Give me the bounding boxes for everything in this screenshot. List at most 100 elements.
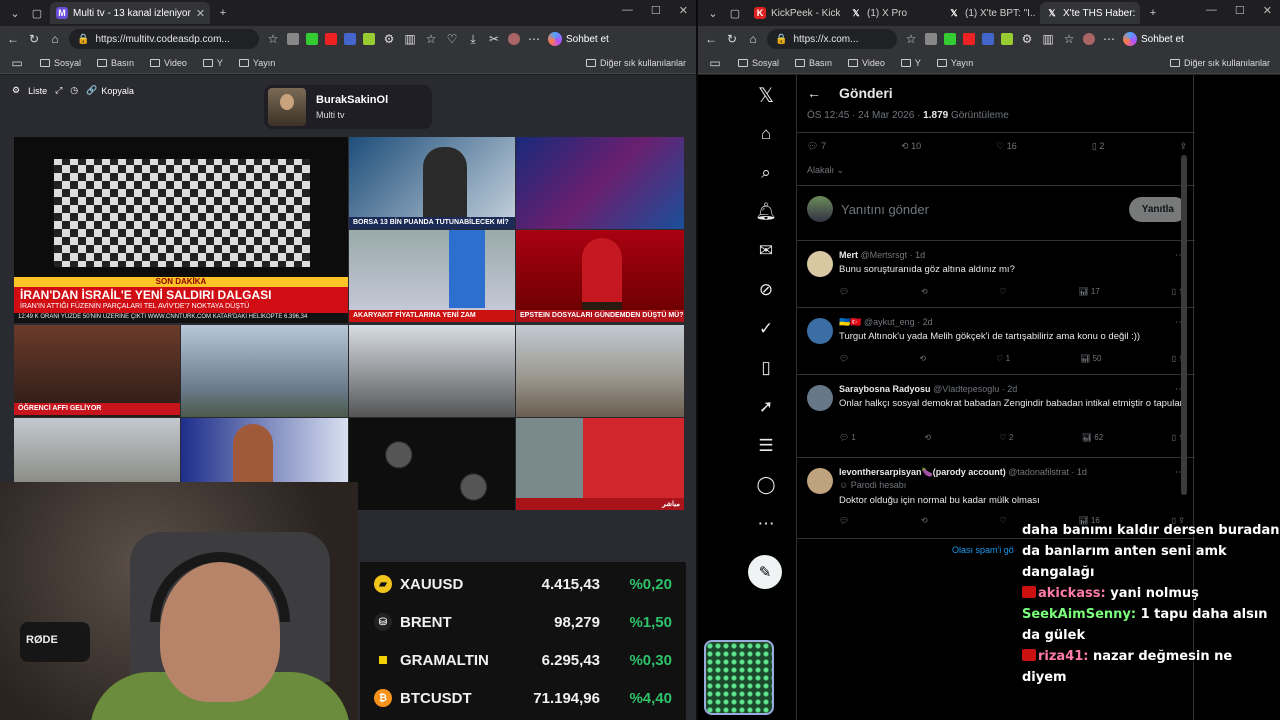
views-icon[interactable]: 📊︎ 62 [1082, 433, 1103, 442]
like-icon[interactable]: ♡ [1000, 516, 1007, 525]
reply-button[interactable]: Yanıtla [1128, 196, 1187, 222]
profile-card[interactable]: BurakSakinOl Multi tv [264, 85, 432, 129]
video-cell-aljazeera[interactable]: مباشر [516, 418, 684, 510]
extension-icon[interactable] [982, 33, 994, 45]
compose-post-button[interactable]: ✎ [748, 555, 782, 589]
reply-input[interactable]: Yanıtını gönder [841, 202, 929, 217]
back-icon[interactable]: ← [704, 32, 718, 46]
like-icon[interactable]: ♡ 2 [1000, 433, 1014, 442]
settings-icon[interactable]: ⚙ [12, 85, 20, 96]
workspaces-icon[interactable]: ▢ [28, 4, 46, 22]
close-window-icon[interactable]: ✕ [1263, 4, 1272, 17]
split-screen-icon[interactable]: ▥ [403, 32, 417, 46]
tab-kickpeek[interactable]: K KickPeek - Kick... [748, 2, 840, 24]
bookmarks-icon[interactable]: ▯ [754, 356, 778, 380]
other-bookmarks[interactable]: Diğer sık kullanılanlar [585, 58, 686, 68]
video-cell-epstein[interactable]: EPSTEIN DOSYALARI GÜNDEMDEN DÜŞTÜ MÜ? [516, 230, 684, 322]
extension-icon[interactable] [344, 33, 356, 45]
like-icon[interactable]: ♡ 1 [996, 354, 1010, 363]
like-count-button[interactable]: ♡ 16 [996, 141, 1017, 152]
more-menu-icon[interactable]: ⋯ [1102, 32, 1116, 46]
bookmark-folder[interactable]: Sosyal [738, 58, 779, 68]
tab-actions-icon[interactable]: ⌄ [704, 4, 722, 22]
extension-icon[interactable] [306, 33, 318, 45]
home-icon[interactable]: ⌂ [746, 32, 760, 46]
back-arrow-icon[interactable]: ← [807, 85, 821, 101]
back-icon[interactable]: ← [6, 32, 20, 46]
list-button[interactable]: Liste [28, 86, 47, 96]
profile-avatar-icon[interactable] [1083, 33, 1095, 45]
extension-icon[interactable] [325, 33, 337, 45]
tweet-reply[interactable]: 🇺🇦🇹🇷 @aykut_eng · 2d ⋯ Turgut Altınok'u … [797, 308, 1195, 374]
like-icon[interactable]: ♡ [1000, 287, 1007, 296]
share-icon[interactable]: ⇪ [1179, 141, 1187, 152]
video-cell-space[interactable] [349, 418, 515, 510]
scrollbar[interactable] [1181, 155, 1187, 495]
copilot-button[interactable]: Sohbet et [548, 32, 609, 46]
show-spam-link[interactable]: Olası spam'i gö [952, 545, 1014, 555]
split-screen-icon[interactable]: ▥ [1041, 32, 1055, 46]
more-menu-icon[interactable]: ⋯ [527, 32, 541, 46]
profile-icon[interactable]: ◯ [754, 473, 778, 497]
video-cell-city[interactable] [14, 418, 180, 482]
reply-icon[interactable]: 💬︎ [839, 516, 849, 525]
views-icon[interactable]: 📊︎ 17 [1079, 287, 1100, 296]
reply-icon[interactable]: 💬︎ [839, 287, 849, 296]
bookmark-folder[interactable]: Yayın [936, 58, 973, 68]
x-logo-icon[interactable]: 𝕏 [754, 83, 778, 107]
video-cell-akaryakit[interactable]: AKARYAKIT FİYATLARINA YENİ ZAM [349, 230, 515, 322]
bookmark-folder[interactable]: Yayın [238, 58, 275, 68]
workspaces-icon[interactable]: ▢ [726, 4, 744, 22]
maximize-icon[interactable]: ☐ [651, 4, 661, 17]
notifications-icon[interactable]: 🔔︎ [754, 200, 778, 224]
repost-icon[interactable]: ⟲ [919, 354, 926, 363]
copy-button[interactable]: 🔗 Kopyala [86, 85, 134, 96]
tab-x-bpt[interactable]: 𝕏 (1) X'te BPT: "I... [942, 2, 1036, 24]
bookmark-folder[interactable]: Y [202, 58, 223, 68]
profile-avatar-icon[interactable] [508, 33, 520, 45]
refresh-icon[interactable]: ↻ [725, 32, 739, 46]
timer-icon[interactable]: ◷ [70, 85, 78, 96]
video-cell-main[interactable] [14, 137, 348, 277]
collections-icon[interactable]: ♡ [445, 32, 459, 46]
repost-icon[interactable]: ⟲ [921, 287, 928, 296]
video-cell-borsa[interactable]: BORSA 13 BİN PUANDA TUTUNABİLECEK Mİ? [349, 137, 515, 229]
close-tab-icon[interactable]: ✕ [196, 7, 205, 20]
extension-icon[interactable] [1001, 33, 1013, 45]
verified-icon[interactable]: ✓ [754, 317, 778, 341]
more-icon[interactable]: ⋯ [754, 512, 778, 536]
reply-icon[interactable]: 💬︎ 1 [839, 433, 856, 442]
favorites-icon[interactable]: ☆ [1062, 32, 1076, 46]
video-cell-skyline-2[interactable] [349, 325, 515, 417]
extension-icon[interactable] [944, 33, 956, 45]
search-icon[interactable]: ⌕ [754, 161, 778, 185]
minimize-icon[interactable]: — [1206, 4, 1217, 17]
tab-multitv[interactable]: M Multi tv - 13 kanal izleniyor ✕ [50, 2, 210, 24]
extension-icon[interactable] [963, 33, 975, 45]
fullscreen-icon[interactable]: ⤢ [55, 85, 62, 96]
bookmark-folder[interactable]: Video [848, 58, 885, 68]
reply-icon[interactable]: 💬︎ [839, 354, 849, 363]
video-cell-skyline-3[interactable] [516, 325, 684, 417]
bookmark-folder[interactable]: Basın [97, 58, 134, 68]
premium-icon[interactable]: ➚ [754, 395, 778, 419]
video-cell-skyline-1[interactable] [181, 325, 348, 417]
video-cell-studio[interactable] [516, 137, 684, 229]
repost-icon[interactable]: ⟲ [921, 516, 928, 525]
reading-list-icon[interactable]: ▭ [10, 56, 24, 70]
tab-actions-icon[interactable]: ⌄ [6, 4, 24, 22]
bookmark-folder[interactable]: Y [900, 58, 921, 68]
messages-icon[interactable]: ✉ [754, 239, 778, 263]
lists-icon[interactable]: ☰ [754, 434, 778, 458]
bookmark-folder[interactable]: Video [150, 58, 187, 68]
favorite-star-icon[interactable]: ☆ [266, 32, 280, 46]
extensions-icon[interactable]: ⚙ [382, 32, 396, 46]
tab-x-ths[interactable]: 𝕏X'te THS Haber:✕ [1040, 2, 1140, 24]
tweet-reply[interactable]: Saraybosna Radyosu @Vladtepesoglu · 2d ⋯… [797, 375, 1195, 457]
bookmark-folder[interactable]: Sosyal [40, 58, 81, 68]
reply-count-button[interactable]: 💬︎ 7 [807, 141, 826, 152]
video-cell-ogrenci[interactable]: ÖĞRENCİ AFFI GELİYOR [14, 325, 180, 417]
repost-icon[interactable]: ⟲ [924, 433, 931, 442]
extension-icon[interactable] [287, 33, 299, 45]
new-tab-icon[interactable]: + [1144, 4, 1162, 22]
